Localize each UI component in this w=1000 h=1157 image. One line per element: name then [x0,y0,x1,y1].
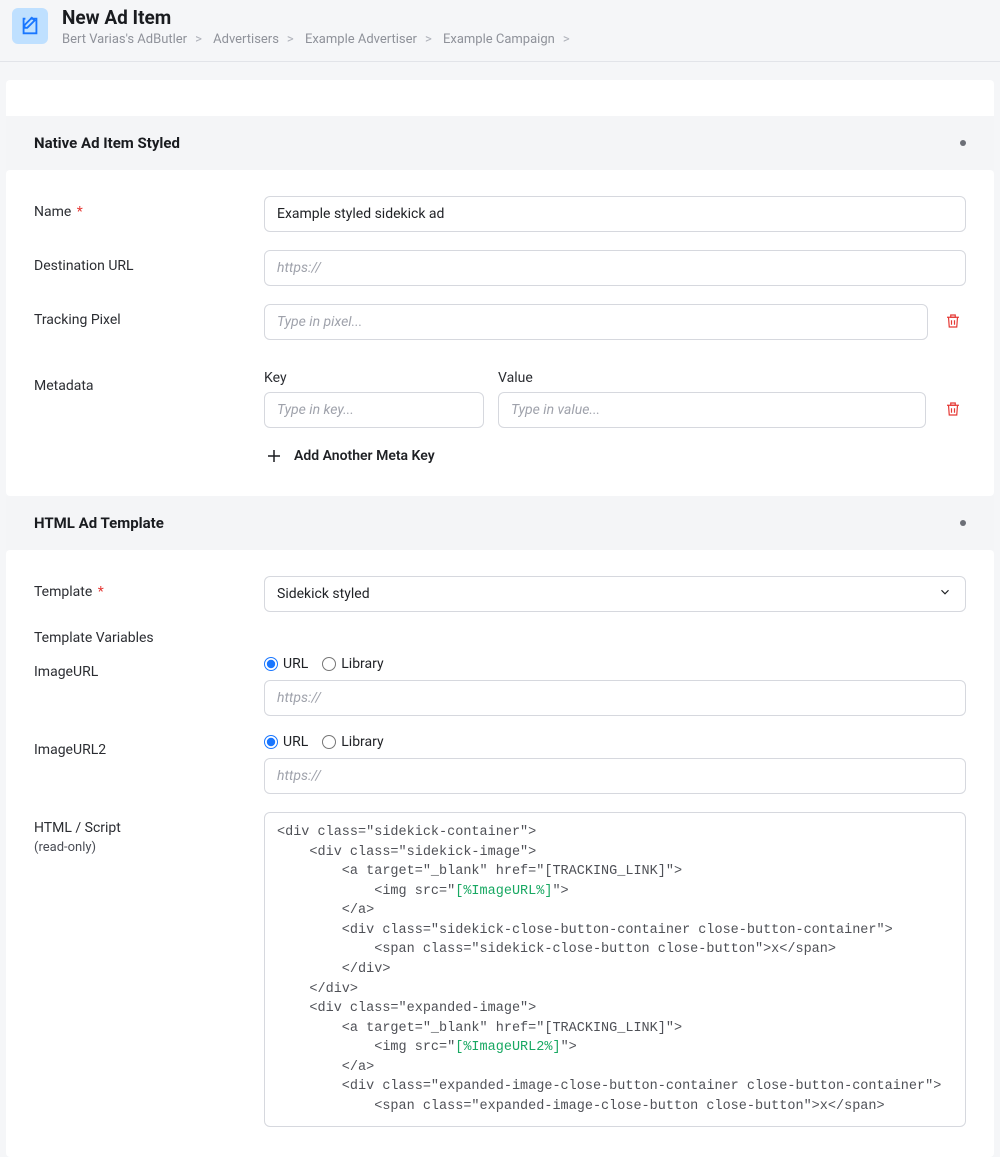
add-meta-button[interactable]: Add Another Meta Key [264,446,966,466]
delete-pixel-button[interactable] [940,308,966,337]
meta-value-input[interactable] [498,392,926,428]
label-tracking-pixel: Tracking Pixel [34,304,264,328]
section-title: Native Ad Item Styled [34,134,180,152]
imageurl2-radio-url[interactable]: URL [264,734,308,750]
destination-url-input[interactable] [264,250,966,286]
section-title: HTML Ad Template [34,514,164,532]
trash-icon [944,400,962,418]
label-imageurl: ImageURL [34,656,264,680]
label-metadata: Metadata [34,370,264,394]
imageurl-radio-url[interactable]: URL [264,656,308,672]
label-template: Template * [34,576,264,600]
add-meta-label: Add Another Meta Key [294,448,435,464]
template-variables-heading: Template Variables [34,630,966,646]
card-top-gap [6,80,994,116]
template-select[interactable] [264,576,966,612]
meta-value-header: Value [498,370,928,386]
label-destination-url: Destination URL [34,250,264,274]
imageurl-input[interactable] [264,680,966,716]
label-imageurl2: ImageURL2 [34,734,264,758]
collapse-indicator-icon [960,520,966,526]
tracking-pixel-input[interactable] [264,304,928,340]
section-header-native[interactable]: Native Ad Item Styled [6,116,994,170]
breadcrumb-item[interactable]: Bert Varias's AdButler [62,32,187,47]
label-name: Name * [34,196,264,220]
meta-key-input[interactable] [264,392,484,428]
meta-key-header: Key [264,370,484,386]
edit-icon [12,8,48,44]
label-html-script: HTML / Script (read-only) [34,812,264,855]
breadcrumb: Bert Varias's AdButler> Advertisers> Exa… [62,32,578,47]
plus-icon [264,446,284,466]
trash-icon [944,312,962,330]
page-header: New Ad Item Bert Varias's AdButler> Adve… [0,0,1000,62]
name-input[interactable] [264,196,966,232]
section-header-html-template[interactable]: HTML Ad Template [6,496,994,550]
page-title: New Ad Item [62,6,578,29]
breadcrumb-item[interactable]: Advertisers [213,32,279,47]
collapse-indicator-icon [960,140,966,146]
delete-meta-button[interactable] [940,396,966,425]
imageurl-radio-library[interactable]: Library [322,656,383,672]
breadcrumb-item[interactable]: Example Advertiser [305,32,417,47]
breadcrumb-item[interactable]: Example Campaign [443,32,555,47]
html-script-readonly: <div class="sidekick-container"> <div cl… [264,812,966,1127]
section-body-html-template: Template * Template Variables ImageURL U… [6,550,994,1157]
imageurl2-input[interactable] [264,758,966,794]
imageurl2-radio-library[interactable]: Library [322,734,383,750]
section-body-native: Name * Destination URL Tracking Pixel Me… [6,170,994,496]
